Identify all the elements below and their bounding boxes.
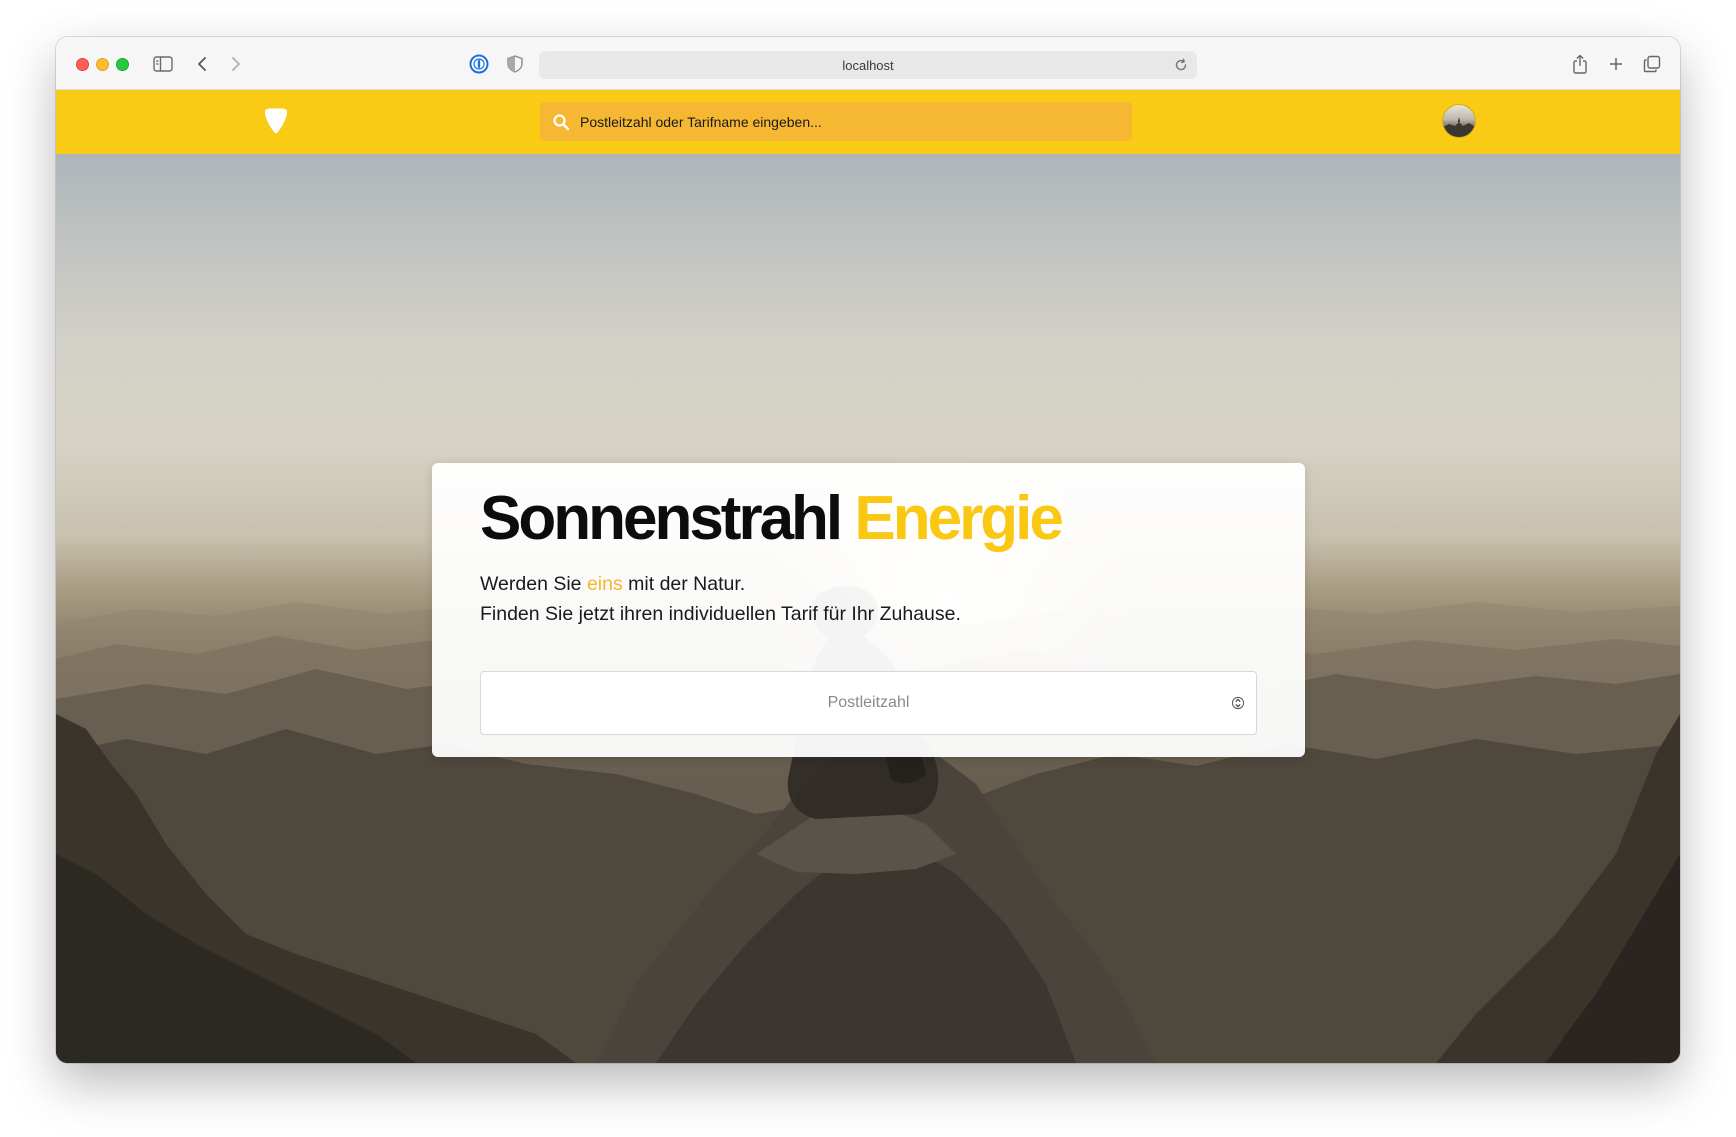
hero-line-1-accent: eins	[586, 573, 623, 595]
browser-window: localhost Postleitzahl oder Tarifname ei…	[56, 37, 1680, 1063]
hero-line-2: Finden Sie jetzt ihren individuellen Tar…	[480, 603, 961, 625]
avatar-image-icon	[1443, 117, 1475, 137]
minimize-window-button[interactable]	[96, 58, 109, 71]
hero-line-1-start: Werden Sie	[480, 573, 587, 595]
new-tab-icon[interactable]	[1603, 51, 1629, 77]
share-icon[interactable]	[1567, 51, 1593, 77]
hero-line-1-end: mit der Natur.	[622, 573, 746, 595]
hero-title-brand: Sonnenstrahl	[480, 484, 843, 553]
hero-description: Werden Sie eins mit der Natur. Finden Si…	[480, 569, 961, 629]
hero-title: Sonnenstrahl Energie	[480, 481, 1064, 557]
stepper-icon[interactable]	[1232, 694, 1244, 712]
postal-code-input[interactable]: Postleitzahl	[480, 671, 1257, 735]
sidebar-toggle-icon[interactable]	[150, 51, 176, 77]
search-icon	[553, 114, 570, 131]
hero-title-accent: Energie	[854, 484, 1063, 553]
close-window-button[interactable]	[76, 58, 89, 71]
forward-icon[interactable]	[223, 51, 249, 77]
browser-toolbar: localhost	[56, 37, 1680, 90]
site-search-placeholder: Postleitzahl oder Tarifname eingeben...	[580, 113, 822, 130]
avatar[interactable]	[1443, 105, 1475, 137]
site-header: Postleitzahl oder Tarifname eingeben...	[56, 90, 1680, 154]
reload-icon[interactable]	[1173, 57, 1189, 73]
zoom-window-button[interactable]	[116, 58, 129, 71]
tab-overview-icon[interactable]	[1639, 51, 1665, 77]
logo-icon[interactable]	[262, 108, 290, 134]
site-search-input[interactable]: Postleitzahl oder Tarifname eingeben...	[540, 102, 1132, 141]
hero-section: Sonnenstrahl Energie Werden Sie eins mit…	[56, 154, 1680, 1063]
postal-code-placeholder: Postleitzahl	[827, 694, 910, 711]
hero-card: Sonnenstrahl Energie Werden Sie eins mit…	[432, 463, 1305, 757]
privacy-shield-icon[interactable]	[502, 51, 528, 77]
hero-line-1: Werden Sie eins mit der Natur.	[480, 569, 961, 599]
url-text: localhost	[842, 57, 894, 73]
back-icon[interactable]	[189, 51, 215, 77]
address-bar[interactable]: localhost	[539, 51, 1197, 79]
password-manager-icon[interactable]	[466, 51, 492, 77]
